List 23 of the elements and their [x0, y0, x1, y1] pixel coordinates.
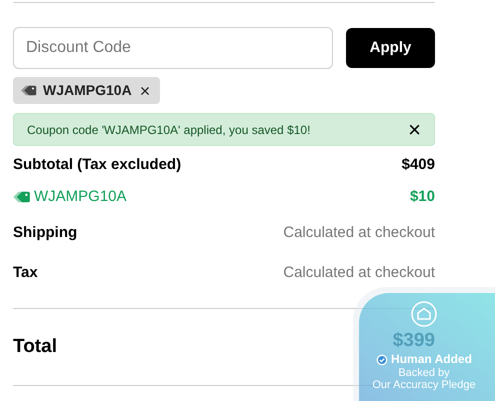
apply-button[interactable]: Apply: [346, 28, 435, 68]
summary-label: Tax: [13, 262, 38, 283]
tag-icon: [13, 190, 31, 204]
discount-value: $10: [410, 186, 435, 207]
subtotal-value: $409: [402, 154, 435, 175]
summary-label: Shipping: [13, 222, 78, 243]
summary-value: Calculated at checkout: [283, 262, 435, 283]
tag-icon: [21, 84, 37, 97]
remove-coupon-button[interactable]: ×: [138, 82, 152, 100]
badge-text: Backed by: [398, 367, 450, 379]
close-alert-button[interactable]: ×: [408, 118, 421, 140]
discount-code-field[interactable]: Discount Code: [13, 27, 333, 69]
home-icon: [411, 301, 437, 327]
badge-text: Our Accuracy Pledge: [372, 379, 476, 391]
alert-message: Coupon code 'WJAMPG10A' applied, you saved $10!: [27, 122, 310, 138]
check-circle-icon: [376, 354, 388, 366]
discount-code-label: WJAMPG10A: [34, 186, 127, 207]
badge-title: Human Added: [391, 353, 472, 366]
total-value: $399: [392, 331, 435, 351]
subtotal-label: Subtotal (Tax excluded): [13, 154, 182, 175]
total-label: Total: [13, 334, 57, 359]
summary-value: Calculated at checkout: [283, 222, 435, 243]
coupon-code: WJAMPG10A: [43, 81, 132, 100]
